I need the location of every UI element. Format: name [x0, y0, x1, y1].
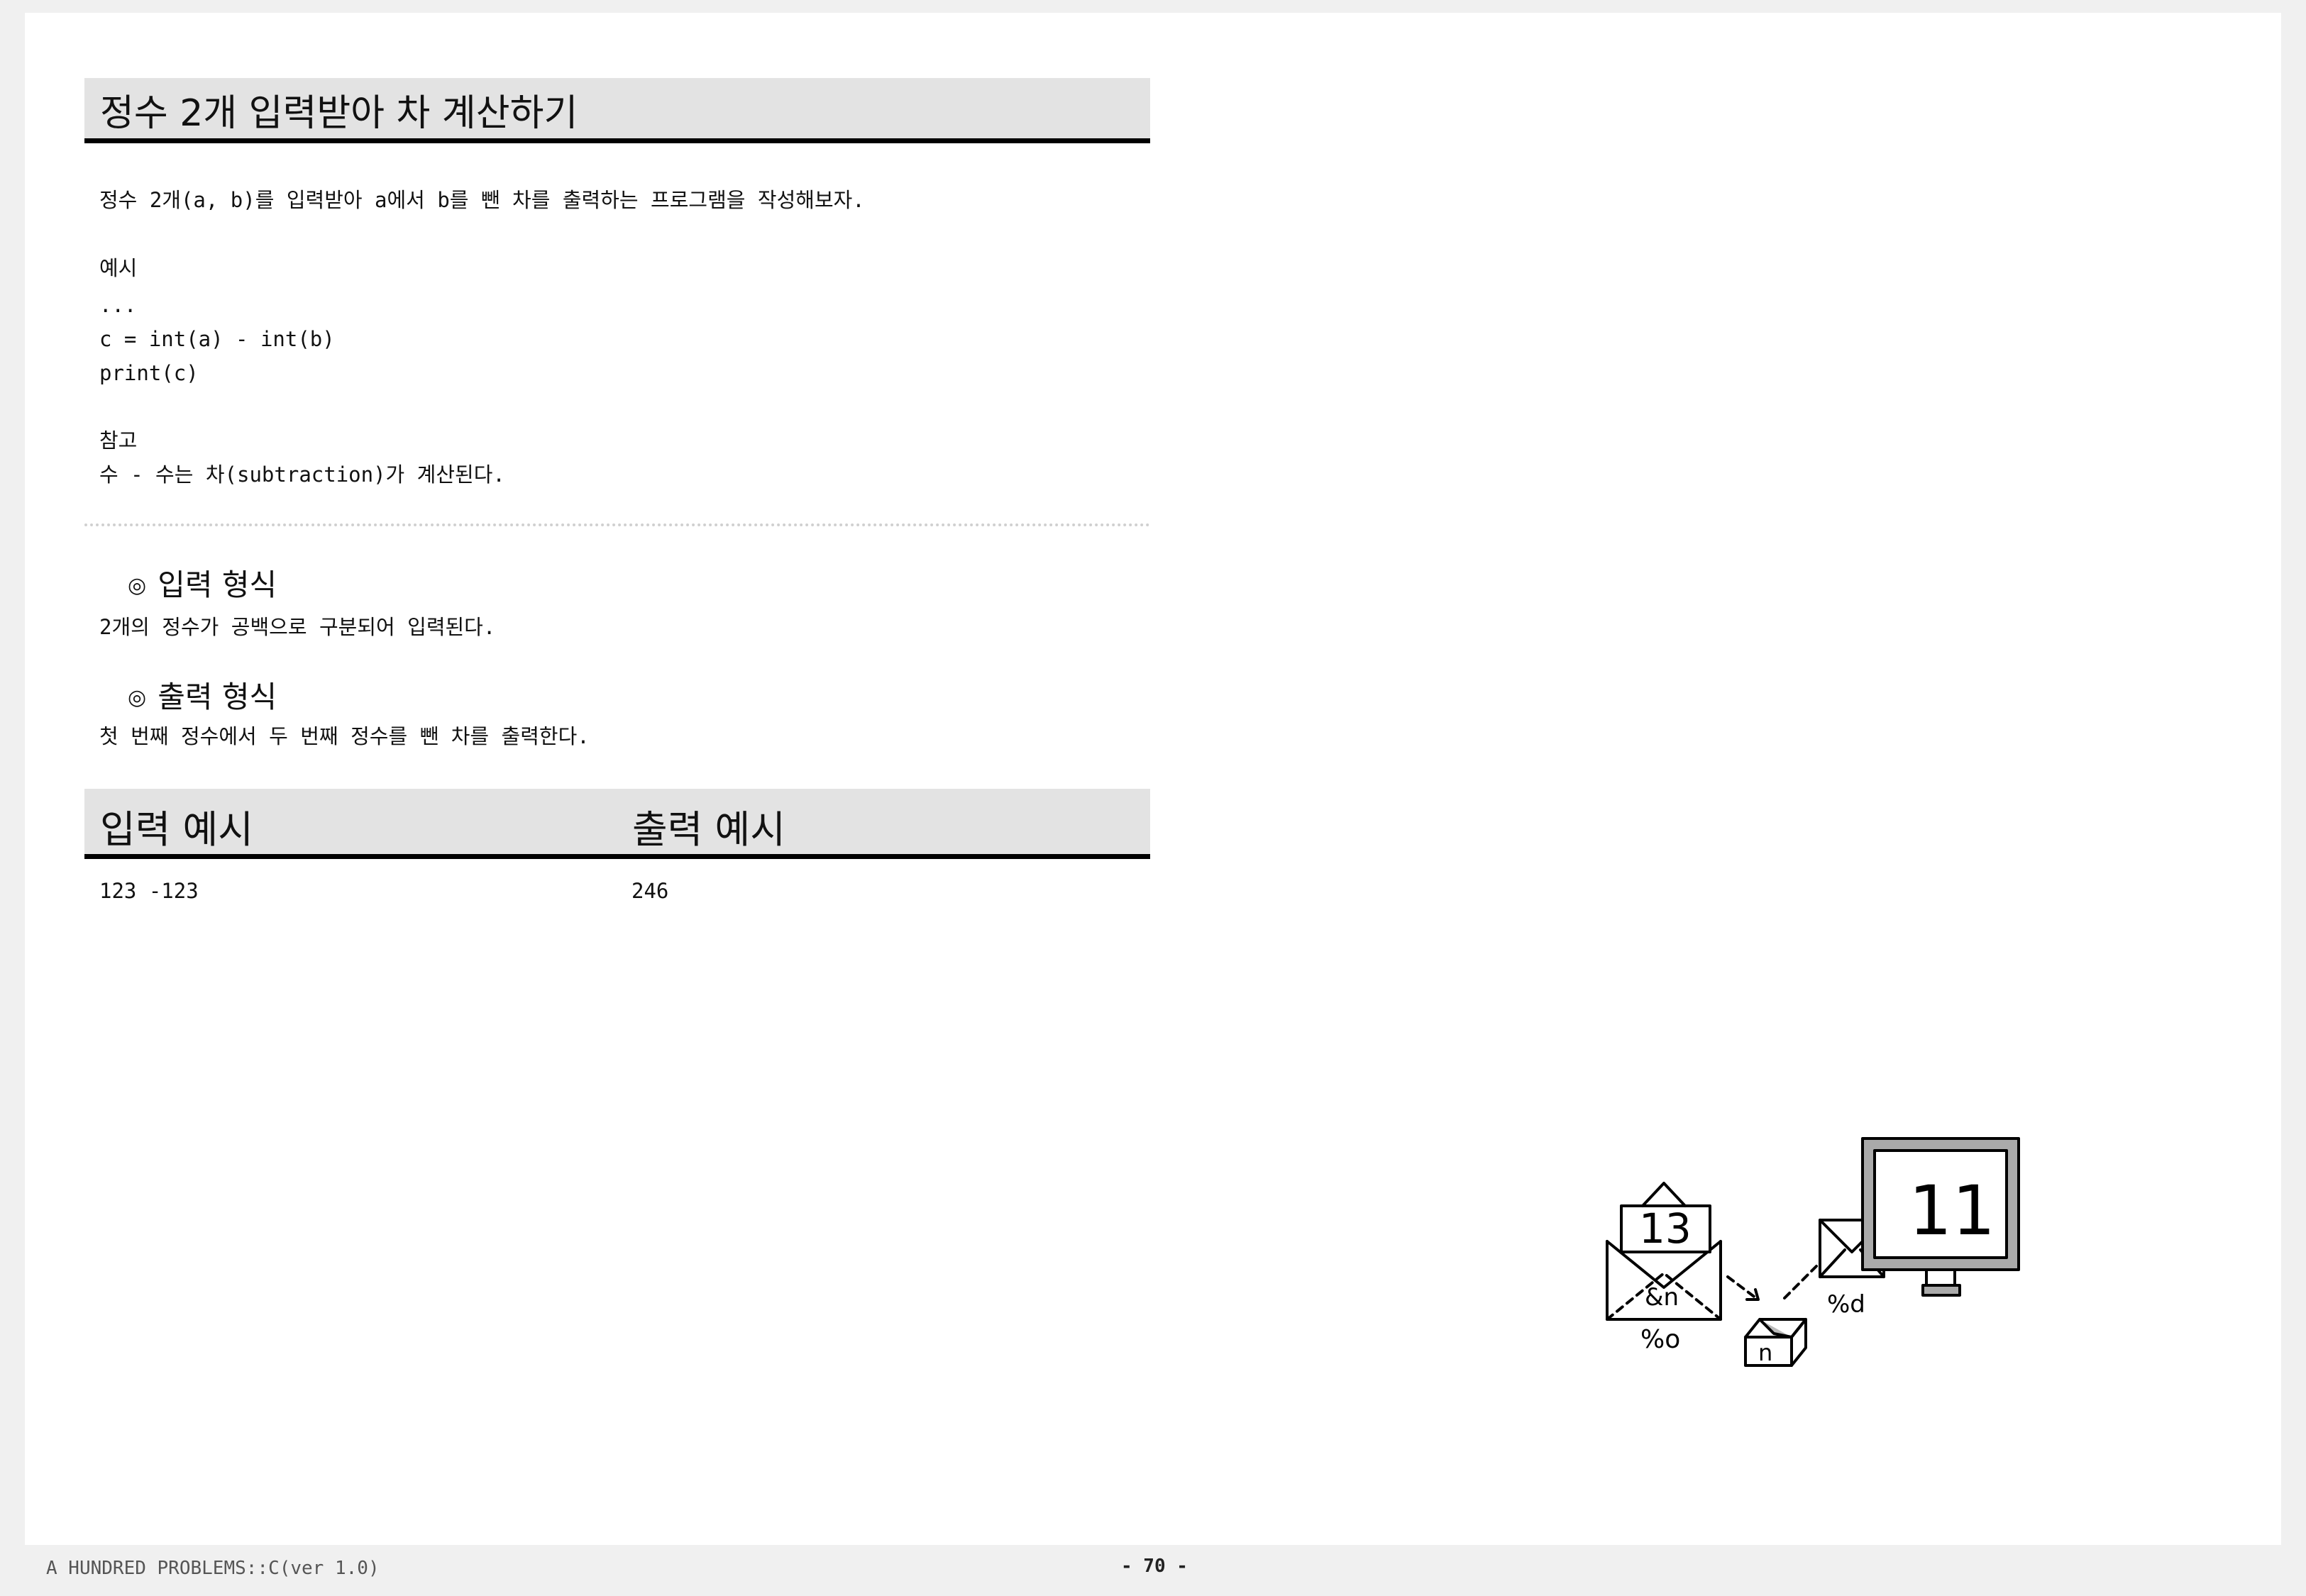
output-example-header: 출력 예시	[632, 807, 785, 852]
bullet-icon: ◎	[128, 685, 147, 710]
output-format-title: 출력 형식	[158, 680, 277, 714]
box-label: n	[1758, 1339, 1772, 1366]
page-number: - 70 -	[1121, 1556, 1188, 1577]
note-label: 참고	[99, 428, 138, 453]
envelope-label-2: %o	[1640, 1325, 1680, 1354]
box-icon	[1744, 1318, 1807, 1367]
envelope-number: 13	[1639, 1204, 1692, 1253]
mail-label: %d	[1827, 1290, 1865, 1319]
page-title: 정수 2개 입력받아 차 계산하기	[100, 92, 578, 135]
output-format-text: 첫 번째 정수에서 두 번째 정수를 뺀 차를 출력한다.	[99, 724, 590, 748]
examples-header: 입력 예시 출력 예시	[84, 789, 1150, 859]
input-format-title: 입력 형식	[158, 567, 277, 602]
input-example-header: 입력 예시	[100, 807, 253, 852]
example-line-3: print(c)	[99, 361, 199, 385]
output-example-value: 246	[631, 879, 669, 903]
example-label: 예시	[99, 256, 138, 280]
monitor-number: 11	[1909, 1171, 1995, 1251]
note-text: 수 - 수는 차(subtraction)가 계산된다.	[99, 462, 505, 487]
title-bar: 정수 2개 입력받아 차 계산하기	[84, 78, 1150, 143]
example-line-1: ...	[99, 293, 137, 317]
input-format-text: 2개의 정수가 공백으로 구분되어 입력된다.	[99, 615, 496, 639]
input-example-value: 123 -123	[99, 879, 199, 903]
section-divider	[84, 523, 1150, 526]
example-line-2: c = int(a) - int(b)	[99, 327, 335, 351]
envelope-label-1: &n	[1645, 1283, 1679, 1312]
illustration: 13 &n %o n %d 11	[1606, 1137, 2020, 1367]
output-format-heading: ◎ 출력 형식	[128, 680, 277, 716]
input-format-heading: ◎ 입력 형식	[128, 567, 277, 604]
footer-title: A HUNDRED PROBLEMS::C(ver 1.0)	[46, 1558, 380, 1579]
problem-description: 정수 2개(a, b)를 입력받아 a에서 b를 뺀 차를 출력하는 프로그램을…	[99, 188, 865, 212]
bullet-icon: ◎	[128, 573, 147, 598]
